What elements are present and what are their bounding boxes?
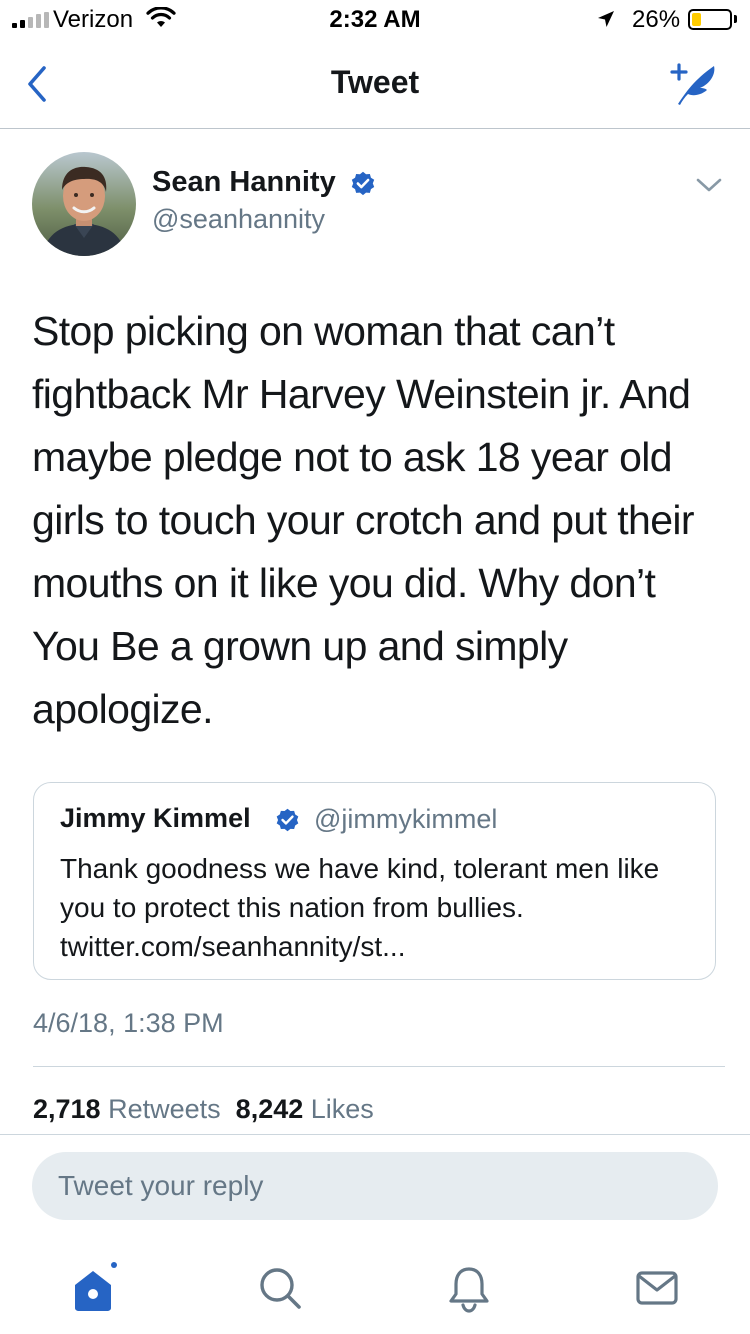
tweet-timestamp: 4/6/18, 1:38 PM — [33, 1008, 224, 1038]
author-handle[interactable]: @seanhannity — [152, 204, 325, 235]
retweets-stat[interactable]: 2,718 Retweets — [33, 1094, 221, 1124]
reply-input[interactable] — [32, 1152, 718, 1220]
location-arrow-icon — [598, 11, 614, 27]
home-icon — [75, 1262, 117, 1311]
likes-label: Likes — [310, 1094, 374, 1124]
verified-badge-icon — [276, 808, 299, 832]
search-icon — [260, 1268, 301, 1309]
battery-level-fill — [692, 13, 701, 26]
author-avatar[interactable] — [32, 152, 136, 256]
quoted-tweet-text: Thank goodness we have kind, tolerant me… — [60, 853, 660, 962]
status-bar: Verizon 2:32 AM 26% — [0, 0, 750, 40]
nav-bar: Tweet — [0, 40, 750, 129]
messages-icon — [636, 1271, 678, 1305]
author-name[interactable]: Sean Hannity — [152, 166, 336, 199]
divider — [0, 1134, 750, 1135]
chevron-down-icon — [696, 178, 722, 192]
verified-badge-icon — [351, 171, 375, 196]
compose-tweet-button[interactable] — [664, 58, 724, 112]
battery-icon — [688, 9, 732, 30]
quoted-author-handle: @jimmykimmel — [314, 804, 498, 834]
compose-tweet-icon — [670, 63, 715, 105]
avatar-image — [32, 152, 136, 256]
retweets-count: 2,718 — [33, 1094, 101, 1124]
divider — [33, 1066, 725, 1067]
battery-tip — [734, 15, 737, 23]
notifications-icon — [449, 1267, 489, 1313]
tweet-options-button[interactable] — [692, 170, 726, 200]
likes-stat[interactable]: 8,242 Likes — [236, 1094, 374, 1124]
quoted-author-name: Jimmy Kimmel — [60, 803, 251, 833]
tab-messages[interactable] — [627, 1258, 687, 1318]
tweet-text: Stop picking on woman that can’t fightba… — [32, 308, 695, 732]
page-title: Tweet — [330, 64, 420, 100]
tab-notifications[interactable] — [439, 1258, 499, 1318]
retweets-label: Retweets — [108, 1094, 221, 1124]
likes-count: 8,242 — [235, 1094, 304, 1124]
tab-bar — [0, 1240, 750, 1334]
tweet-stats: 2,718 Retweets 8,242 Likes — [33, 1094, 374, 1125]
tab-home[interactable] — [63, 1258, 123, 1318]
battery-percent: 26% — [632, 6, 681, 33]
quoted-tweet-card[interactable]: Jimmy Kimmel @jimmykimmel Thank goodness… — [33, 782, 716, 980]
tab-search[interactable] — [250, 1258, 310, 1318]
